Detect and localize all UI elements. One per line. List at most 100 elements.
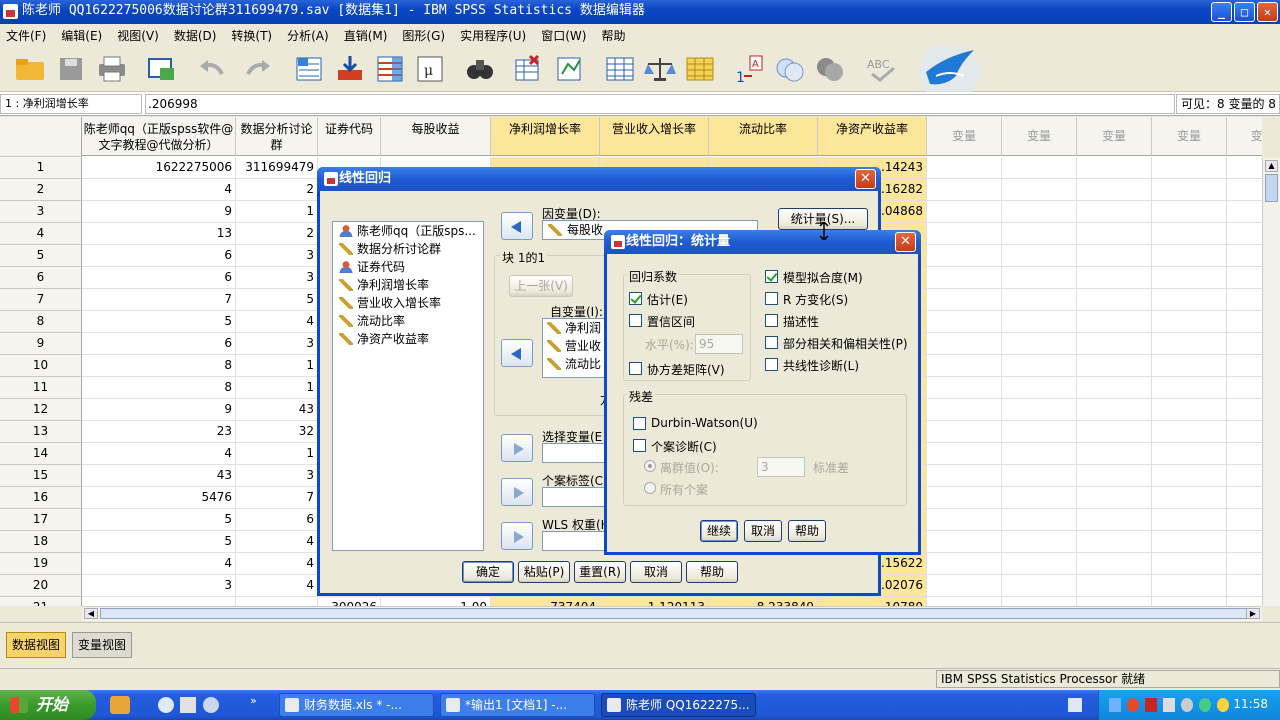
grid-cell[interactable]: 6	[82, 245, 236, 267]
column-header[interactable]: 营业收入增长率	[600, 117, 709, 156]
column-header[interactable]: 陈老师qq（正版spss软件@文字教程@代做分析）	[82, 117, 236, 156]
insert-cases-icon[interactable]	[512, 54, 544, 84]
grid-cell[interactable]: 13	[82, 223, 236, 245]
grid-cell[interactable]	[927, 531, 1002, 553]
menu-data[interactable]: 数据(D)	[174, 27, 217, 44]
grid-cell[interactable]	[927, 399, 1002, 421]
column-header[interactable]: 流动比率	[709, 117, 818, 156]
row-header[interactable]: 6	[0, 267, 82, 289]
scroll-up-icon[interactable]: ▲	[1265, 160, 1278, 172]
grid-cell[interactable]	[1227, 311, 1262, 333]
menu-file[interactable]: 文件(F)	[6, 27, 46, 44]
grid-cell[interactable]	[1077, 487, 1152, 509]
grid-cell[interactable]	[1227, 201, 1262, 223]
grid-cell[interactable]	[1152, 333, 1227, 355]
grid-cell[interactable]: 4	[82, 553, 236, 575]
row-header[interactable]: 19	[0, 553, 82, 575]
grid-cell[interactable]	[1152, 509, 1227, 531]
grid-cell[interactable]: 5	[82, 311, 236, 333]
grid-cell[interactable]	[927, 575, 1002, 597]
grid-cell[interactable]: 32	[236, 421, 318, 443]
grid-cell[interactable]: 4	[236, 553, 318, 575]
grid-cell[interactable]: 8.233849	[709, 597, 818, 606]
grid-cell[interactable]	[1227, 223, 1262, 245]
grid-cell[interactable]	[1002, 377, 1077, 399]
grid-cell[interactable]	[1077, 157, 1152, 179]
grid-cell[interactable]	[1227, 267, 1262, 289]
grid-cell[interactable]	[1152, 245, 1227, 267]
grid-cell[interactable]: 43	[82, 465, 236, 487]
grid-cell[interactable]	[927, 333, 1002, 355]
part-partial-checkbox[interactable]	[765, 336, 778, 349]
grid-cell[interactable]	[1077, 575, 1152, 597]
grid-cell[interactable]	[927, 223, 1002, 245]
grid-cell[interactable]	[1002, 311, 1077, 333]
grid-cell[interactable]	[1227, 333, 1262, 355]
dialog-recall-icon[interactable]	[146, 54, 178, 84]
grid-cell[interactable]	[1227, 179, 1262, 201]
weight-cases-icon[interactable]	[644, 54, 676, 84]
grid-cell[interactable]: 1.00	[381, 597, 491, 606]
grid-cell[interactable]: 1	[236, 443, 318, 465]
quick-launch-app-icon[interactable]	[180, 697, 196, 713]
spell-check-icon[interactable]: ABC	[866, 54, 898, 84]
taskbar-item-excel[interactable]: 财务数据.xls * -...	[279, 693, 434, 717]
grid-cell[interactable]	[1152, 597, 1227, 606]
row-header[interactable]: 21	[0, 597, 82, 606]
grid-cell[interactable]	[1077, 465, 1152, 487]
menu-analyze[interactable]: 分析(A)	[287, 27, 329, 44]
grid-cell[interactable]: 6	[236, 509, 318, 531]
grid-cell[interactable]: 8	[82, 377, 236, 399]
scroll-right-icon[interactable]: ▶	[1246, 608, 1260, 619]
quick-launch-globe-icon[interactable]	[203, 697, 219, 713]
variables-icon[interactable]	[374, 54, 406, 84]
grid-cell[interactable]	[1227, 509, 1262, 531]
menu-help[interactable]: 帮助	[601, 27, 625, 44]
column-header[interactable]: 证券代码	[318, 117, 381, 156]
grid-cell[interactable]: 9	[82, 201, 236, 223]
column-header[interactable]: 数据分析讨论群	[236, 117, 318, 156]
grid-cell[interactable]	[1227, 399, 1262, 421]
grid-cell[interactable]	[927, 487, 1002, 509]
row-header[interactable]: 20	[0, 575, 82, 597]
continue-button[interactable]: 继续	[700, 520, 738, 542]
tray-icon[interactable]	[1163, 698, 1175, 712]
grid-cell[interactable]	[1077, 553, 1152, 575]
grid-cell[interactable]	[1002, 223, 1077, 245]
goto-case-icon[interactable]	[294, 54, 326, 84]
grid-cell[interactable]	[1152, 399, 1227, 421]
grid-cell[interactable]: 5	[236, 289, 318, 311]
grid-cell[interactable]	[1077, 399, 1152, 421]
value-labels-icon[interactable]: 1A	[734, 54, 766, 86]
grid-cell[interactable]	[1227, 377, 1262, 399]
menu-edit[interactable]: 编辑(E)	[61, 27, 102, 44]
grid-cell[interactable]	[1077, 289, 1152, 311]
grid-cell[interactable]	[1077, 355, 1152, 377]
grid-cell[interactable]	[1152, 289, 1227, 311]
grid-cell[interactable]: 8	[82, 355, 236, 377]
grid-cell[interactable]	[1152, 487, 1227, 509]
menu-graphs[interactable]: 图形(G)	[402, 27, 445, 44]
grid-cell[interactable]	[1152, 311, 1227, 333]
r2-change-checkbox[interactable]	[765, 292, 778, 305]
row-header[interactable]: 10	[0, 355, 82, 377]
stats-help-button[interactable]: 帮助	[788, 520, 826, 542]
open-folder-icon[interactable]	[14, 54, 46, 84]
cell-reference-field[interactable]: 1 : 净利润增长率	[0, 94, 142, 114]
source-variable-list[interactable]: 陈老师qq（正版sps... 数据分析讨论群 证券代码 净利润增长率 营业收入增…	[332, 221, 484, 551]
move-to-dependent-button[interactable]	[501, 212, 533, 240]
confidence-intervals-checkbox[interactable]	[629, 314, 642, 327]
grid-cell[interactable]	[1002, 157, 1077, 179]
row-header[interactable]: 18	[0, 531, 82, 553]
grid-cell[interactable]	[927, 267, 1002, 289]
grid-cell[interactable]	[1227, 531, 1262, 553]
grid-cell[interactable]: 311699479	[236, 157, 318, 179]
start-button[interactable]: 开始	[0, 690, 96, 720]
grid-cell[interactable]	[82, 597, 236, 606]
grid-cell[interactable]: 6	[82, 333, 236, 355]
horizontal-scrollbar[interactable]: ◀ ▶	[82, 606, 1262, 621]
grid-cell[interactable]	[1002, 355, 1077, 377]
row-header[interactable]: 7	[0, 289, 82, 311]
grid-cell[interactable]: 6	[82, 267, 236, 289]
column-header-empty[interactable]: 变	[1227, 117, 1262, 156]
